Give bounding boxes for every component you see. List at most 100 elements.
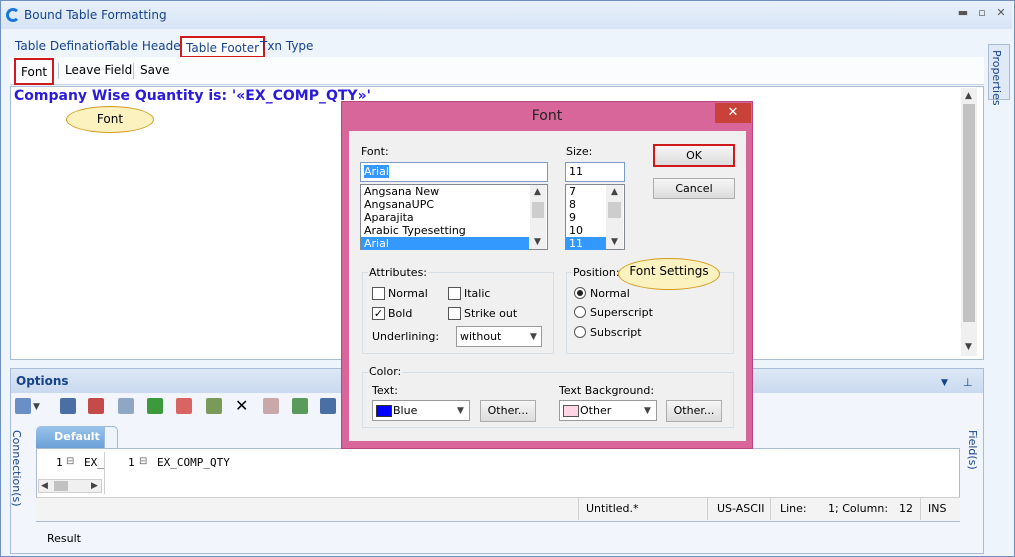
scroll-down-icon[interactable]: ▼ — [534, 237, 541, 247]
status-separator — [920, 498, 921, 520]
strikeout-checkbox-label: Strike out — [464, 307, 518, 320]
editor-text[interactable]: Company Wise Quantity is: '«EX_COMP_QTY»… — [14, 88, 371, 104]
font-label: Font: — [361, 145, 389, 158]
size-list-scroll-thumb[interactable] — [608, 202, 621, 218]
size-label: Size: — [566, 145, 593, 158]
font-callout: Font — [66, 106, 154, 133]
text-color-value: Blue — [393, 404, 418, 417]
list-item[interactable]: Aparajita — [361, 211, 529, 224]
cancel-button[interactable]: Cancel — [653, 178, 735, 199]
normal-checkbox[interactable] — [372, 287, 385, 300]
status-column-value: 12 — [899, 502, 913, 515]
close-icon[interactable]: ✕ — [994, 6, 1008, 20]
save-button[interactable]: Save — [135, 58, 174, 85]
pin-icon[interactable]: ⊥ — [963, 376, 973, 389]
list-item-selected[interactable]: 11 — [566, 237, 606, 250]
list-item[interactable]: Arabic Typesetting — [361, 224, 529, 237]
position-label: Position: — [572, 266, 621, 279]
options-title: Options — [16, 374, 69, 388]
horizontal-scroll-thumb[interactable] — [54, 481, 68, 491]
tab-table-footer[interactable]: Table Footer — [180, 36, 266, 58]
text-background-label: Text Background: — [559, 384, 655, 397]
book-icon[interactable] — [320, 398, 336, 414]
strikeout-checkbox[interactable] — [448, 307, 461, 320]
pane-divider[interactable] — [104, 452, 105, 494]
close-x-icon[interactable]: ✕ — [235, 396, 248, 415]
bold-checkbox[interactable]: ✓ — [372, 307, 385, 320]
list-item[interactable]: Angsana New — [361, 185, 529, 198]
text-other-button[interactable]: Other... — [480, 400, 536, 422]
scroll-up-icon[interactable]: ▲ — [965, 91, 972, 101]
h-icon[interactable] — [147, 398, 163, 414]
font-input[interactable]: Arial — [360, 162, 548, 182]
chevron-down-icon[interactable]: ▼ — [33, 402, 40, 412]
edit-icon[interactable] — [118, 398, 134, 414]
status-line-label: Line: — [780, 502, 807, 515]
scroll-up-icon[interactable]: ▲ — [534, 187, 541, 197]
list-item[interactable]: AngsanaUPC — [361, 198, 529, 211]
collapse-icon[interactable]: ⊟ — [139, 456, 147, 467]
panel-dropdown-icon[interactable]: ▼ — [941, 378, 948, 388]
fields-label[interactable]: Field(s) — [966, 430, 979, 470]
underlining-value: without — [460, 330, 502, 343]
size-list: 7 8 9 10 11 — [566, 185, 606, 250]
toolbar-separator — [58, 63, 59, 79]
position-superscript-radio[interactable] — [574, 306, 586, 318]
position-subscript-radio[interactable] — [574, 326, 586, 338]
restore-icon[interactable]: ▫ — [975, 6, 989, 20]
list-item-selected[interactable]: Arial — [361, 237, 529, 250]
result-label[interactable]: Result — [47, 532, 81, 545]
property-icon[interactable] — [60, 398, 76, 414]
position-subscript-label: Subscript — [590, 326, 642, 339]
table-icon[interactable] — [15, 398, 31, 414]
attributes-label: Attributes: — [368, 266, 429, 279]
ok-button[interactable]: OK — [653, 144, 735, 167]
chevron-down-icon[interactable]: ▼ — [644, 406, 651, 416]
tab-table-definition[interactable]: Table Defination — [11, 36, 116, 58]
remove-icon[interactable] — [263, 398, 279, 414]
doc-check-icon[interactable] — [206, 398, 222, 414]
app-icon — [6, 8, 20, 22]
bold-checkbox-label: Bold — [388, 307, 413, 320]
radio-selected-dot — [577, 290, 583, 296]
connections-label[interactable]: Connection(s) — [10, 430, 23, 507]
italic-checkbox[interactable] — [448, 287, 461, 300]
size-input[interactable]: 11 — [565, 162, 625, 182]
status-file: Untitled.* — [586, 502, 639, 515]
status-mode: INS — [928, 502, 947, 515]
scroll-left-icon[interactable]: ◀ — [41, 481, 48, 491]
font-button[interactable]: Font — [14, 58, 55, 85]
tab-txn-type[interactable]: Txn Type — [256, 36, 317, 58]
tab-table-header[interactable]: Table Header — [103, 36, 190, 58]
scroll-right-icon[interactable]: ▶ — [91, 481, 98, 491]
list-item[interactable]: 10 — [566, 224, 606, 237]
dialog-close-icon[interactable]: ✕ — [715, 103, 751, 123]
add-icon[interactable] — [176, 398, 192, 414]
status-encoding: US-ASCII — [717, 502, 765, 515]
position-normal-label: Normal — [590, 287, 630, 300]
collapse-icon[interactable]: ⊟ — [66, 456, 74, 467]
window-title: Bound Table Formatting — [24, 8, 167, 22]
position-superscript-label: Superscript — [590, 306, 653, 319]
scroll-down-icon[interactable]: ▼ — [965, 342, 972, 352]
list-item[interactable]: 7 — [566, 185, 606, 198]
scroll-down-icon[interactable]: ▼ — [611, 237, 618, 247]
status-separator — [770, 498, 771, 520]
chevron-down-icon[interactable]: ▼ — [457, 406, 464, 416]
status-line-value: 1; Column: — [828, 502, 889, 515]
normal-checkbox-label: Normal — [388, 287, 428, 300]
list-item[interactable]: 8 — [566, 198, 606, 211]
editor-scroll-thumb[interactable] — [963, 104, 975, 322]
tab-default-edge — [104, 426, 118, 448]
list-icon[interactable] — [292, 398, 308, 414]
delete-doc-icon[interactable] — [88, 398, 104, 414]
leave-field-button[interactable]: Leave Field — [60, 58, 137, 85]
chevron-down-icon[interactable]: ▼ — [530, 332, 537, 342]
properties-label: Properties — [990, 50, 1003, 106]
tree-right-line: 1 — [128, 456, 135, 469]
font-list-scroll-thumb[interactable] — [532, 202, 544, 218]
minimize-icon[interactable]: ▬ — [956, 6, 970, 20]
background-other-button[interactable]: Other... — [666, 400, 722, 422]
scroll-up-icon[interactable]: ▲ — [611, 187, 618, 197]
list-item[interactable]: 9 — [566, 211, 606, 224]
